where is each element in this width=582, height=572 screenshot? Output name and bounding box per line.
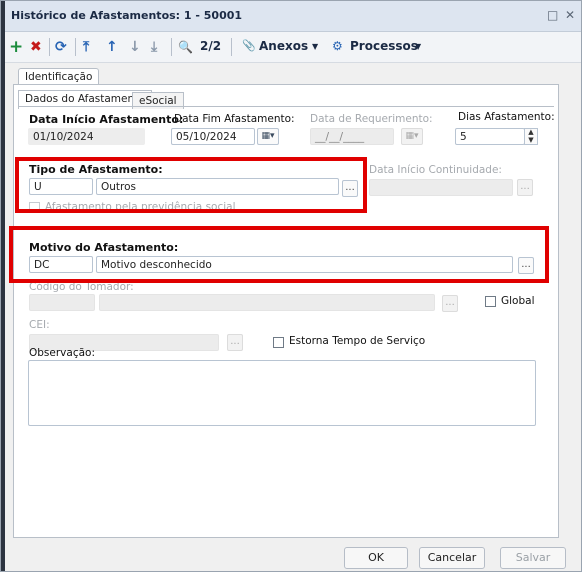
data-requerimento-label: Data de Requerimento: (310, 113, 433, 125)
highlight-tipo-afastamento (15, 157, 367, 213)
chevron-down-icon[interactable]: ▼ (312, 42, 318, 51)
toolbar-separator (49, 38, 50, 56)
dias-field[interactable]: 5 (455, 128, 525, 145)
cei-label: CEI: (29, 319, 50, 331)
observacao-textarea[interactable] (28, 360, 536, 426)
tab-divider (18, 106, 554, 107)
restore-icon[interactable]: □ (547, 8, 558, 22)
refresh-icon[interactable]: ⟳ (55, 38, 67, 56)
spin-down-icon[interactable]: ▼ (525, 137, 537, 145)
chevron-down-icon[interactable]: ▼ (415, 42, 421, 51)
codigo-tomador-lookup-button[interactable]: ... (442, 295, 458, 312)
data-continuidade-lookup-button[interactable]: ... (517, 179, 533, 196)
attachments-menu[interactable]: Anexos (259, 39, 308, 53)
estorna-checkbox[interactable] (273, 337, 284, 348)
calendar-icon[interactable]: ▦▾ (257, 128, 279, 145)
search-icon[interactable]: 🔍 (178, 38, 193, 56)
data-inicio-continuidade-field[interactable] (369, 179, 513, 196)
cancel-button[interactable]: Cancelar (419, 547, 485, 569)
toolbar: + ✖ ⟳ ⤒ ↑ ↓ ⤓ 🔍 2/2 📎 Anexos ▼ ⚙ Process… (5, 32, 581, 63)
global-label: Global (501, 295, 535, 307)
codigo-tomador-code-field[interactable] (29, 294, 95, 311)
gear-icon: ⚙ (332, 39, 343, 53)
ok-button[interactable]: OK (344, 547, 408, 569)
afastamentos-window: Histórico de Afastamentos: 1 - 50001 □ ✕… (0, 0, 582, 572)
data-requerimento-field[interactable]: __/__/____ (310, 128, 394, 145)
data-fim-field[interactable]: 05/10/2024 (171, 128, 255, 145)
save-button[interactable]: Salvar (500, 547, 566, 569)
previous-record-icon[interactable]: ↑ (106, 38, 118, 56)
paperclip-icon: 📎 (242, 39, 256, 52)
window-left-strip (1, 1, 5, 571)
last-record-icon[interactable]: ⤓ (151, 38, 157, 56)
data-inicio-continuidade-label: Data Início Continuidade: (369, 164, 502, 176)
data-fim-label: Data Fim Afastamento: (174, 113, 295, 125)
next-record-icon[interactable]: ↓ (129, 38, 141, 56)
data-inicio-label: Data Início Afastamento: (29, 113, 184, 126)
close-icon[interactable]: ✕ (565, 8, 575, 22)
highlight-motivo-afastamento (9, 226, 549, 283)
identificacao-panel (13, 84, 559, 538)
delete-icon[interactable]: ✖ (30, 38, 42, 56)
codigo-tomador-description-field[interactable] (99, 294, 435, 311)
dias-stepper[interactable]: ▲ ▼ (524, 128, 538, 145)
add-icon[interactable]: + (9, 38, 23, 56)
toolbar-separator (75, 38, 76, 56)
record-position: 2/2 (200, 39, 222, 53)
data-inicio-field[interactable]: 01/10/2024 (28, 128, 145, 145)
toolbar-separator (171, 38, 172, 56)
calendar-icon[interactable]: ▦▾ (401, 128, 423, 145)
toolbar-separator (231, 38, 232, 56)
processes-menu[interactable]: Processos (350, 39, 418, 53)
window-title: Histórico de Afastamentos: 1 - 50001 (11, 9, 243, 22)
title-bar: Histórico de Afastamentos: 1 - 50001 □ ✕ (5, 1, 581, 32)
cei-lookup-button[interactable]: ... (227, 334, 243, 351)
global-checkbox[interactable] (485, 296, 496, 307)
estorna-label: Estorna Tempo de Serviço (289, 335, 426, 347)
first-record-icon[interactable]: ⤒ (83, 38, 89, 56)
dias-label: Dias Afastamento: (458, 111, 555, 123)
observacao-label: Observação: (29, 347, 95, 359)
